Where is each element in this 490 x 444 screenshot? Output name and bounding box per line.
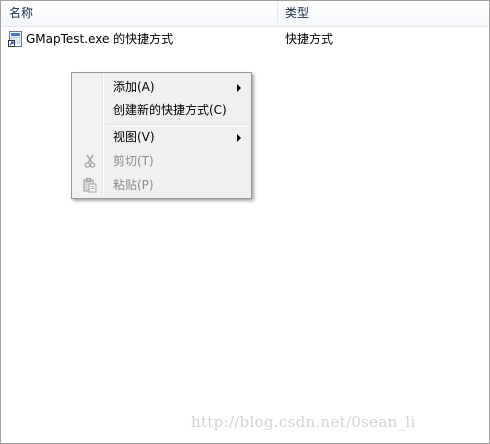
menu-item-paste[interactable]: 粘贴(P)	[74, 174, 249, 196]
menu-item-create-shortcut[interactable]: 创建新的快捷方式(C)	[74, 99, 249, 121]
column-header-type[interactable]: 类型	[278, 1, 489, 27]
menu-item-label: 视图(V)	[113, 130, 155, 144]
paste-icon	[83, 178, 97, 193]
watermark-text: http://blog.csdn.net/0sean_li	[191, 413, 416, 431]
menu-item-label: 添加(A)	[113, 80, 155, 94]
menu-item-view[interactable]: 视图(V)	[74, 126, 249, 148]
context-menu: 添加(A) 创建新的快捷方式(C) 视图(V) 剪切(T) 粘贴(P)	[71, 72, 252, 199]
menu-item-cut[interactable]: 剪切(T)	[74, 150, 249, 172]
submenu-arrow-icon	[237, 84, 241, 92]
menu-item-label: 粘贴(P)	[113, 178, 154, 192]
list-header: 名称 类型	[1, 1, 489, 27]
list-item[interactable]: GMapTest.exe 的快捷方式 快捷方式	[1, 29, 489, 49]
shortcut-file-icon	[8, 31, 22, 47]
menu-item-label: 剪切(T)	[113, 154, 154, 168]
menu-item-add[interactable]: 添加(A)	[74, 76, 249, 98]
scissors-icon	[84, 154, 96, 168]
submenu-arrow-icon	[237, 134, 241, 142]
file-type: 快捷方式	[285, 32, 334, 46]
file-list-window: 名称 类型 GMapTest.exe 的快捷方式 快捷方式 添加(A) 创建新的…	[0, 0, 490, 444]
file-name: GMapTest.exe 的快捷方式	[26, 32, 174, 46]
menu-item-label: 创建新的快捷方式(C)	[113, 103, 227, 117]
column-header-name[interactable]: 名称	[1, 1, 278, 27]
